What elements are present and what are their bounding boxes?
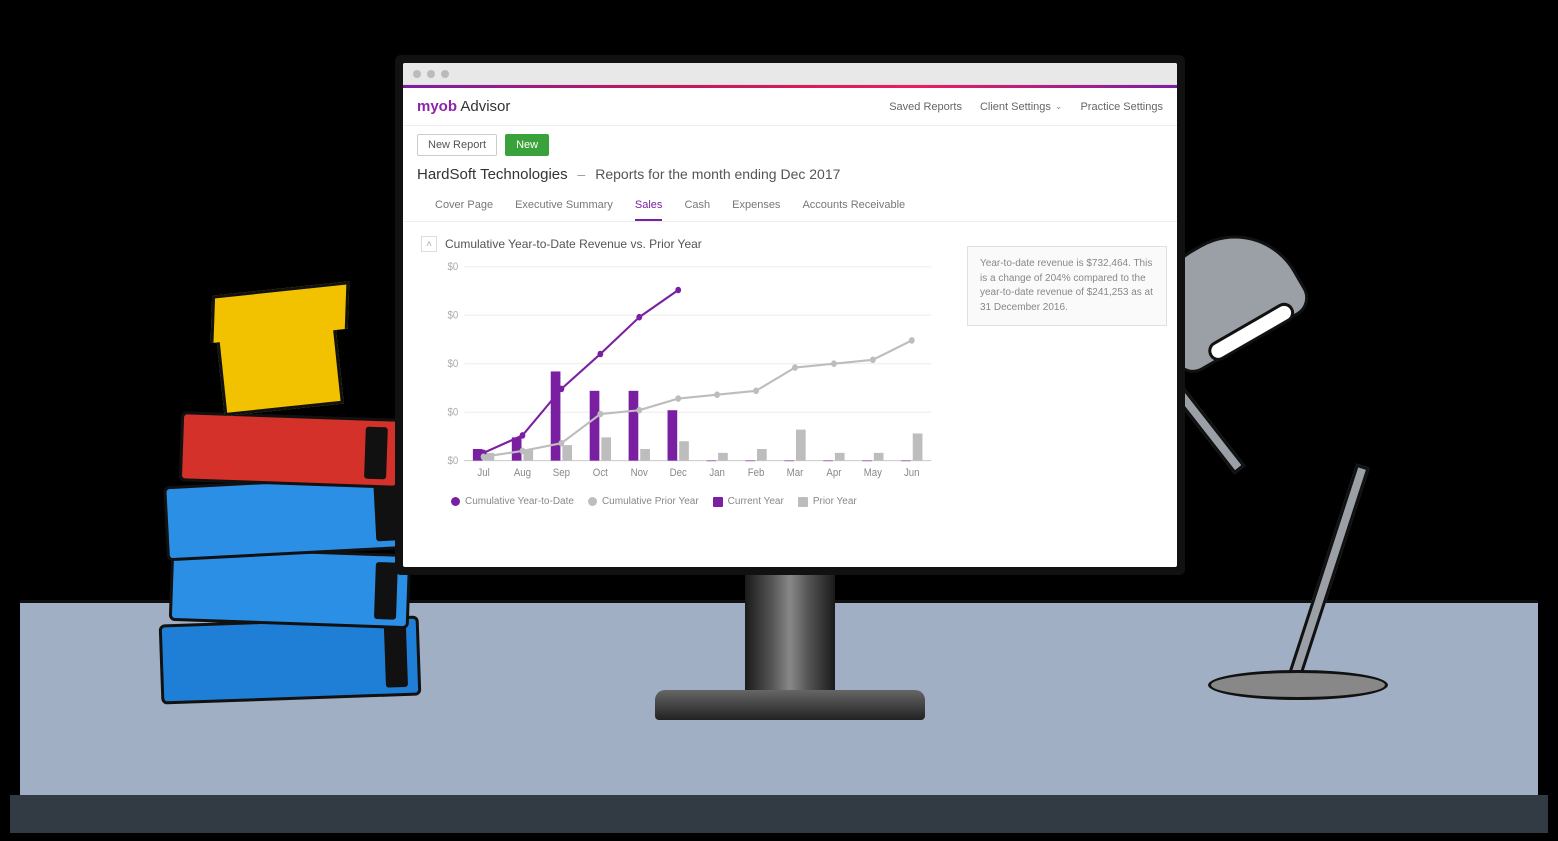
collapse-toggle-icon[interactable]: ˄ <box>421 236 437 252</box>
report-period: Reports for the month ending Dec 2017 <box>595 166 840 182</box>
tab-sales[interactable]: Sales <box>635 193 663 221</box>
desk-edge <box>10 795 1548 833</box>
window-minimize-icon[interactable] <box>427 70 435 78</box>
window-close-icon[interactable] <box>413 70 421 78</box>
nav-saved-reports[interactable]: Saved Reports <box>889 101 962 113</box>
svg-text:Jan: Jan <box>709 467 725 479</box>
nav-practice-settings[interactable]: Practice Settings <box>1080 101 1163 113</box>
monitor-base <box>655 690 925 720</box>
svg-text:Sep: Sep <box>553 467 570 479</box>
tab-executive-summary[interactable]: Executive Summary <box>515 193 613 221</box>
revenue-chart: $0 $0 $0 $0 $0 Jul Aug Sep Oct Nov Dec Jan Feb Mar Apr… <box>435 258 939 488</box>
insight-panel: Year-to-date revenue is $732,464. This i… <box>967 246 1167 326</box>
svg-text:Feb: Feb <box>748 467 765 479</box>
svg-text:$0: $0 <box>447 262 458 274</box>
svg-text:May: May <box>864 467 883 479</box>
svg-text:$0: $0 <box>447 455 458 467</box>
tab-expenses[interactable]: Expenses <box>732 193 780 221</box>
svg-text:Mar: Mar <box>787 467 804 479</box>
svg-text:$0: $0 <box>447 407 458 419</box>
page-title-row: HardSoft Technologies – Reports for the … <box>403 160 1177 193</box>
report-tabs: Cover Page Executive Summary Sales Cash Expe… <box>403 193 1177 222</box>
app-header: myob Advisor Saved Reports Client Settin… <box>403 88 1177 126</box>
nav-client-settings-label: Client Settings <box>980 101 1051 113</box>
svg-text:Oct: Oct <box>593 467 608 479</box>
brand-logo-bold: myob <box>417 98 457 115</box>
tab-accounts-receivable[interactable]: Accounts Receivable <box>802 193 905 221</box>
svg-text:Aug: Aug <box>514 467 531 479</box>
svg-text:$0: $0 <box>447 359 458 371</box>
chart-legend: Cumulative Year-to-Date Cumulative Prior… <box>451 496 1159 507</box>
report-content: ˄ Cumulative Year-to-Date Revenue vs. Pr… <box>403 222 1177 567</box>
app-window: myob Advisor Saved Reports Client Settin… <box>403 63 1177 567</box>
svg-text:Jul: Jul <box>477 467 489 479</box>
top-nav: Saved Reports Client Settings ⌄ Practice… <box>889 101 1163 113</box>
report-toolbar: New Report New <box>403 126 1177 160</box>
chart-title: Cumulative Year-to-Date Revenue vs. Prio… <box>445 237 702 251</box>
tab-cash[interactable]: Cash <box>684 193 710 221</box>
legend-current-year: Current Year <box>713 496 784 507</box>
legend-cumulative-prior: Cumulative Prior Year <box>588 496 699 507</box>
monitor-frame: myob Advisor Saved Reports Client Settin… <box>395 55 1185 575</box>
title-separator: – <box>578 166 586 182</box>
nav-client-settings[interactable]: Client Settings ⌄ <box>980 101 1062 113</box>
svg-text:Dec: Dec <box>670 467 687 479</box>
chevron-down-icon: ⌄ <box>1055 101 1063 112</box>
svg-text:Apr: Apr <box>826 467 842 479</box>
tab-cover-page[interactable]: Cover Page <box>435 193 493 221</box>
new-button[interactable]: New <box>505 134 549 156</box>
svg-text:Nov: Nov <box>631 467 649 479</box>
company-name: HardSoft Technologies <box>417 166 568 183</box>
monitor-stand <box>745 575 835 695</box>
browser-titlebar <box>403 63 1177 85</box>
new-report-button[interactable]: New Report <box>417 134 497 156</box>
brand-logo-light: Advisor <box>460 98 510 115</box>
legend-prior-year: Prior Year <box>798 496 857 507</box>
brand-logo: myob Advisor <box>417 98 510 115</box>
window-maximize-icon[interactable] <box>441 70 449 78</box>
books-illustration <box>130 300 430 740</box>
legend-cumulative-ytd: Cumulative Year-to-Date <box>451 496 574 507</box>
svg-text:Jun: Jun <box>904 467 920 479</box>
svg-text:$0: $0 <box>447 310 458 322</box>
